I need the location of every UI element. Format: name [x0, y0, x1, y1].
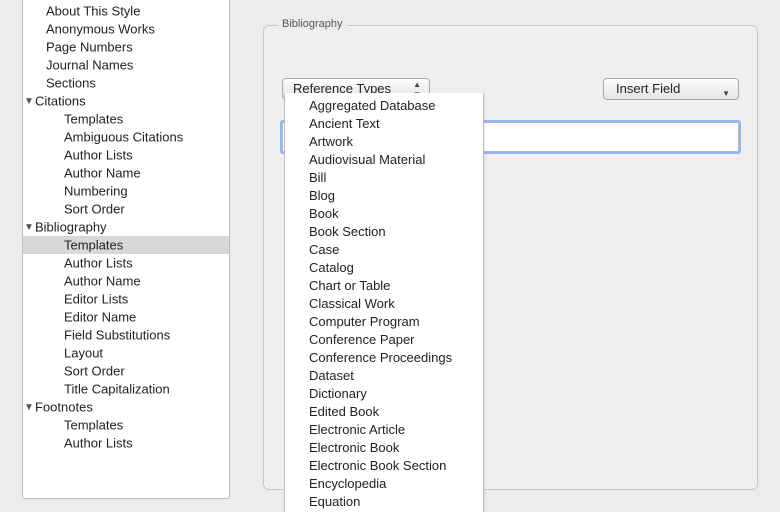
tree-item-label: Numbering — [64, 184, 128, 199]
tree-item-label: Author Name — [64, 274, 141, 289]
tree-item-label: Sections — [46, 76, 96, 91]
reference-types-menu-item[interactable]: Audiovisual Material — [285, 151, 483, 169]
tree-item-label: Sort Order — [64, 202, 125, 217]
tree-item[interactable]: Templates — [23, 416, 229, 434]
tree-item-label: Bibliography — [35, 220, 107, 235]
reference-types-menu-item[interactable]: Aggregated Database — [285, 97, 483, 115]
tree-item[interactable]: Title Capitalization — [23, 380, 229, 398]
style-tree: About This Style Anonymous Works Page Numb… — [23, 0, 229, 452]
tree-item[interactable]: Author Name — [23, 272, 229, 290]
reference-types-menu: Aggregated DatabaseAncient TextArtworkAu… — [284, 93, 484, 512]
tree-item[interactable]: Author Name — [23, 164, 229, 182]
disclosure-triangle-icon[interactable]: ▼ — [24, 93, 34, 111]
tree-item-label: Ambiguous Citations — [64, 130, 183, 145]
tree-item-label: Author Lists — [64, 148, 133, 163]
reference-types-menu-item[interactable]: Conference Proceedings — [285, 349, 483, 367]
reference-types-menu-item[interactable]: Encyclopedia — [285, 475, 483, 493]
reference-types-menu-item[interactable]: Chart or Table — [285, 277, 483, 295]
reference-types-menu-item[interactable]: Book — [285, 205, 483, 223]
tree-item[interactable]: Numbering — [23, 182, 229, 200]
insert-field-label: Insert Field — [616, 81, 680, 96]
reference-types-menu-item[interactable]: Blog — [285, 187, 483, 205]
tree-item[interactable]: Editor Lists — [23, 290, 229, 308]
tree-item-label: Templates — [64, 112, 123, 127]
tree-item[interactable]: About This Style — [23, 2, 229, 20]
tree-item[interactable]: Sections — [23, 74, 229, 92]
tree-item[interactable]: Author Lists — [23, 254, 229, 272]
tree-item[interactable]: Layout — [23, 344, 229, 362]
tree-item-label: Layout — [64, 346, 103, 361]
tree-item[interactable]: ▼Bibliography — [23, 218, 229, 236]
tree-item[interactable]: ▼Footnotes — [23, 398, 229, 416]
app-root: About This Style Anonymous Works Page Numb… — [0, 0, 780, 512]
reference-types-menu-item[interactable]: Bill — [285, 169, 483, 187]
tree-item[interactable]: Author Lists — [23, 434, 229, 452]
reference-types-menu-item[interactable]: Artwork — [285, 133, 483, 151]
reference-types-menu-item[interactable]: Catalog — [285, 259, 483, 277]
tree-item-label: Editor Name — [64, 310, 136, 325]
reference-types-menu-item[interactable]: Dictionary — [285, 385, 483, 403]
insert-field-dropdown-button[interactable]: Insert Field ▼ — [603, 78, 739, 100]
tree-item-label: Footnotes — [35, 400, 93, 415]
tree-item[interactable]: Journal Names — [23, 56, 229, 74]
disclosure-triangle-icon[interactable]: ▼ — [24, 399, 34, 417]
tree-item-label: Sort Order — [64, 364, 125, 379]
reference-types-menu-item[interactable]: Equation — [285, 493, 483, 511]
style-tree-sidebar: About This Style Anonymous Works Page Numb… — [22, 0, 230, 499]
tree-item[interactable]: Templates — [23, 110, 229, 128]
down-caret-icon: ▼ — [722, 84, 730, 104]
tree-item-label: Templates — [64, 418, 123, 433]
tree-item-label: About This Style — [46, 4, 140, 19]
panel-title: Bibliography — [278, 18, 347, 30]
tree-item-label: Anonymous Works — [46, 22, 155, 37]
tree-item-label: Author Name — [64, 166, 141, 181]
tree-item[interactable]: Sort Order — [23, 362, 229, 380]
tree-item[interactable]: Author Lists — [23, 146, 229, 164]
reference-types-menu-item[interactable]: Classical Work — [285, 295, 483, 313]
reference-types-menu-item[interactable]: Computer Program — [285, 313, 483, 331]
tree-item[interactable]: Page Numbers — [23, 38, 229, 56]
tree-item-label: Journal Names — [46, 58, 133, 73]
tree-item[interactable]: Ambiguous Citations — [23, 128, 229, 146]
tree-item[interactable]: Anonymous Works — [23, 20, 229, 38]
reference-types-menu-item[interactable]: Ancient Text — [285, 115, 483, 133]
disclosure-triangle-icon[interactable]: ▼ — [24, 219, 34, 237]
reference-types-menu-item[interactable]: Book Section — [285, 223, 483, 241]
tree-item-label: Field Substitutions — [64, 328, 170, 343]
reference-types-menu-item[interactable]: Dataset — [285, 367, 483, 385]
tree-item-label: Editor Lists — [64, 292, 128, 307]
reference-types-menu-item[interactable]: Edited Book — [285, 403, 483, 421]
tree-item[interactable]: Editor Name — [23, 308, 229, 326]
tree-item-label: Citations — [35, 94, 86, 109]
tree-item-label: Templates — [64, 238, 123, 253]
tree-item-label: Title Capitalization — [64, 382, 170, 397]
tree-item[interactable]: Sort Order — [23, 200, 229, 218]
reference-types-menu-item[interactable]: Electronic Article — [285, 421, 483, 439]
tree-item[interactable]: ▼Citations — [23, 92, 229, 110]
reference-types-menu-item[interactable]: Case — [285, 241, 483, 259]
tree-item-label: Author Lists — [64, 256, 133, 271]
tree-item[interactable]: Templates — [23, 236, 229, 254]
reference-types-menu-item[interactable]: Electronic Book Section — [285, 457, 483, 475]
tree-item[interactable]: Field Substitutions — [23, 326, 229, 344]
tree-item-label: Author Lists — [64, 436, 133, 451]
reference-types-menu-item[interactable]: Conference Paper — [285, 331, 483, 349]
tree-item-label: Page Numbers — [46, 40, 133, 55]
reference-types-menu-item[interactable]: Electronic Book — [285, 439, 483, 457]
